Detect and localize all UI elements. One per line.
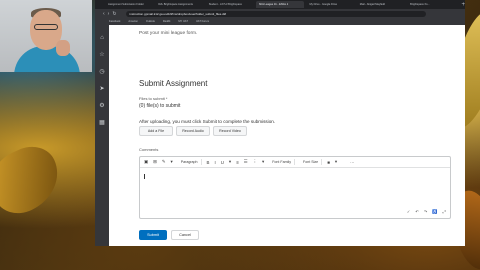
bookmark-icon[interactable]: ☆ — [95, 51, 109, 58]
paragraph-select[interactable]: Paragraph — [178, 159, 202, 165]
bookmark-item[interactable]: Reddit — [163, 20, 171, 23]
underline-button[interactable]: U — [221, 160, 224, 165]
chevron-down-icon[interactable]: ▾ — [171, 159, 173, 165]
undo-icon[interactable]: ↶ — [415, 209, 419, 215]
tab-bar: Assignment Submission Folder D2L Brights… — [95, 0, 465, 9]
text-caret — [144, 174, 145, 179]
nav-arrows-icon[interactable]: ‹›↻ — [103, 11, 120, 17]
text-color-icon[interactable]: ■ — [327, 160, 330, 165]
editor-toolbar: ▣ ⊞ ✎ ▾ Paragraph B I U ▾ ≡ ☰ ⋮ ▾ Font F… — [140, 157, 450, 168]
new-tab-icon[interactable]: + — [462, 2, 466, 8]
browser-tab[interactable]: Brightspace fro... — [407, 1, 455, 8]
bookmark-item[interactable]: UAT Forum — [196, 20, 209, 23]
bookmark-item[interactable]: Amazon — [128, 20, 138, 23]
upload-button-row: Add a File Record Audio Record Video — [139, 126, 250, 136]
url-field[interactable]: instruction.gpmail.k12.ga.us/d2l/lms/dro… — [125, 10, 426, 17]
browser-tab[interactable]: D2L Brightspace Assignments — [155, 1, 203, 8]
editor-footer: ✓ ↶ ↷ ♿ ⤢ — [402, 209, 446, 215]
redo-icon[interactable]: ↷ — [424, 209, 428, 215]
assignment-instruction-text: Post your mini league form. — [139, 31, 198, 36]
insert-media-icon[interactable]: ⊞ — [153, 159, 157, 165]
align-icon[interactable]: ≡ — [236, 160, 239, 165]
fullscreen-icon[interactable]: ⤢ — [443, 209, 446, 215]
address-bar: ‹›↻ instruction.gpmail.k12.ga.us/d2l/lms… — [95, 9, 465, 18]
comments-editor[interactable]: ▣ ⊞ ✎ ▾ Paragraph B I U ▾ ≡ ☰ ⋮ ▾ Font F… — [139, 156, 451, 219]
record-audio-button[interactable]: Record Audio — [176, 126, 210, 136]
page-title: Submit Assignment — [139, 79, 208, 88]
send-icon[interactable]: ➤ — [95, 85, 109, 92]
webcam-overlay — [0, 0, 92, 72]
bullet-list-icon[interactable]: ☰ — [244, 159, 248, 165]
chevron-down-icon[interactable]: ▾ — [335, 159, 337, 165]
insert-link-icon[interactable]: ✎ — [162, 159, 166, 165]
webcam-person-hand — [56, 40, 70, 56]
side-panel: ⌂ ☆ ◷ ➤ ⚙ ▦ — [95, 25, 109, 246]
home-icon[interactable]: ⌂ — [95, 35, 109, 41]
upload-instructions: After uploading, you must click Submit t… — [139, 119, 276, 124]
font-size-select[interactable]: Font Size — [300, 159, 323, 165]
browser-window: Assignment Submission Folder D2L Brights… — [95, 0, 465, 246]
cancel-button[interactable]: Cancel — [171, 230, 199, 240]
browser-tab-active[interactable]: Mini League 1b - ENGL 1 — [256, 1, 305, 8]
files-label: Files to submit * — [139, 96, 168, 101]
webcam-person-glasses — [34, 24, 58, 30]
files-count: (0) file(s) to submit — [139, 103, 181, 109]
numbered-list-icon[interactable]: ⋮ — [253, 159, 257, 165]
more-options-button[interactable]: ··· — [350, 160, 354, 165]
settings-icon[interactable]: ⚙ — [95, 102, 109, 109]
comments-label: Comments — [139, 147, 159, 152]
record-video-button[interactable]: Record Video — [213, 126, 247, 136]
bookmarks-bar: Facebook Amazon Outlook Reddit MY UAT UA… — [95, 18, 465, 25]
browser-tab[interactable]: Mail - Abigail Mayfield — [357, 1, 405, 8]
browser-tab[interactable]: Assignment Submission Folder — [105, 1, 153, 8]
bold-button[interactable]: B — [207, 160, 210, 165]
add-file-button[interactable]: Add a File — [139, 126, 173, 136]
font-family-select[interactable]: Font Family — [269, 159, 295, 165]
chevron-down-icon[interactable]: ▾ — [229, 159, 231, 165]
bookmark-item[interactable]: Outlook — [146, 20, 155, 23]
page-content: Post your mini league form. Submit Assig… — [109, 25, 465, 246]
bookmark-item[interactable]: Facebook — [109, 20, 120, 23]
bookmark-item[interactable]: MY UAT — [178, 20, 188, 23]
browser-tab[interactable]: My Drive - Google Drive — [306, 1, 354, 8]
apps-icon[interactable]: ▦ — [95, 119, 109, 126]
chevron-down-icon[interactable]: ▾ — [262, 159, 264, 165]
browser-tab[interactable]: Student - LX7L3 Brightspace — [206, 1, 254, 8]
insert-image-icon[interactable]: ▣ — [144, 159, 148, 165]
spellcheck-icon[interactable]: ✓ — [407, 209, 411, 215]
italic-button[interactable]: I — [214, 160, 215, 165]
accessibility-icon[interactable]: ♿ — [432, 209, 437, 215]
submit-button[interactable]: Submit — [139, 230, 167, 240]
history-icon[interactable]: ◷ — [95, 68, 109, 75]
